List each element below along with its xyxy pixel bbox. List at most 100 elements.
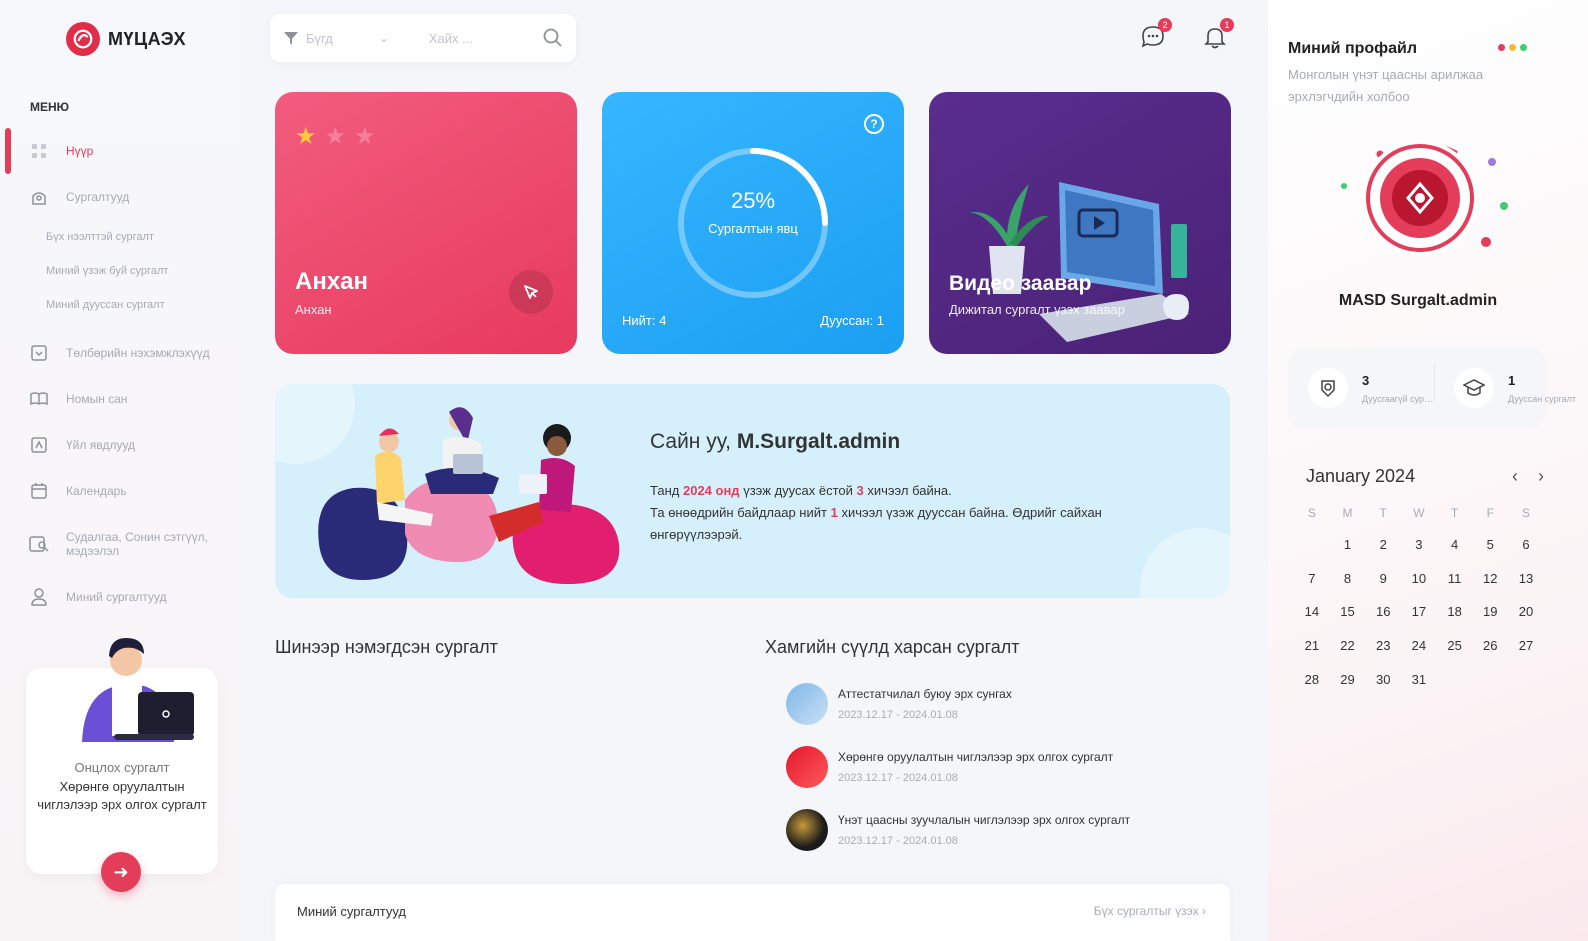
calendar-day[interactable]: 10: [1401, 562, 1437, 596]
chevron-right-icon[interactable]: ›: [1538, 466, 1544, 487]
nav-label: Нүүр: [66, 144, 94, 158]
calendar-day[interactable]: 3: [1401, 528, 1437, 562]
nav-label: Судалгаа, Сонин сэтгүүл, мэдээлэл: [66, 530, 208, 558]
messages-button[interactable]: 2: [1136, 18, 1172, 54]
calendar-day[interactable]: 20: [1508, 595, 1544, 629]
nav-item-my-courses[interactable]: Миний сургалтууд: [0, 574, 240, 620]
calendar-day[interactable]: 1: [1330, 528, 1366, 562]
nav-sub-finished[interactable]: Миний дууссан сургалт: [0, 288, 240, 322]
laptop-plant-illustration: [969, 182, 1189, 342]
level-subtitle: Анхан: [295, 302, 332, 317]
calendar-day[interactable]: 4: [1437, 528, 1473, 562]
view-all-label: Бүх сургалтыг үзэх: [1093, 904, 1199, 918]
progress-label-text: Сургалтын явц: [708, 221, 798, 236]
video-title: Видео заавар: [949, 272, 1092, 295]
calendar-day[interactable]: 30: [1365, 662, 1401, 696]
nav-sub-watching[interactable]: Миний үзэж буй сургалт: [0, 254, 240, 288]
level-open-button[interactable]: [509, 270, 553, 314]
calendar-month-title: January 2024: [1306, 465, 1416, 486]
recent-course-item[interactable]: Аттестатчилал буюу эрх сунгах 2023.12.17…: [786, 682, 1206, 726]
grid-icon: [28, 140, 50, 162]
notifications-button[interactable]: 1: [1198, 18, 1234, 54]
calendar-weekday: M: [1342, 506, 1353, 520]
calendar-widget: January 2024 ‹ › S M T W T F S 1 2 3 4 5 6 7 8 9 10 11 12 1…: [1288, 462, 1544, 696]
main-nav: Нүүр Сургалтууд Бүх нээлттэй сургалт Мин…: [0, 128, 240, 620]
search-input[interactable]: Хайх ...: [429, 31, 473, 46]
nav-item-library[interactable]: Номын сан: [0, 376, 240, 422]
calendar-day[interactable]: 18: [1437, 595, 1473, 629]
research-icon: [28, 533, 50, 555]
calendar-day[interactable]: 31: [1401, 662, 1437, 696]
profile-description: Монголын үнэт цаасны арилжаа эрхлэгчдийн…: [1288, 67, 1484, 104]
calendar-day[interactable]: 6: [1508, 528, 1544, 562]
calendar-day[interactable]: 13: [1508, 562, 1544, 596]
calendar-day[interactable]: 27: [1508, 629, 1544, 663]
view-all-courses-link[interactable]: Бүх сургалтыг үзэх ›: [1094, 904, 1206, 918]
events-icon: [28, 434, 50, 456]
sidebar: МҮЦАЭХ МЕНЮ Нүүр Сургалтууд Бүх нээлттэй…: [0, 0, 240, 941]
brand-logo[interactable]: МҮЦАЭХ: [66, 22, 186, 56]
calendar-day[interactable]: 29: [1330, 662, 1366, 696]
calendar-day[interactable]: 16: [1365, 595, 1401, 629]
calendar-day[interactable]: 25: [1437, 629, 1473, 663]
calendar-day[interactable]: 24: [1401, 629, 1437, 663]
my-courses-title: Миний сургалтууд: [297, 904, 407, 919]
calendar-day[interactable]: 15: [1330, 595, 1366, 629]
nav-item-calendar[interactable]: Календарь: [0, 468, 240, 514]
calendar-day[interactable]: 19: [1472, 595, 1508, 629]
calendar-day[interactable]: 2: [1365, 528, 1401, 562]
filter-icon[interactable]: [282, 29, 300, 47]
help-icon[interactable]: ?: [864, 114, 884, 134]
progress-label: Сургалтын явц: [602, 218, 904, 240]
stat-label: Дууссан сургалт: [1508, 393, 1577, 404]
promo-title: Хөрөнгө оруулалтын чиглэлээр эрх олгох с…: [37, 779, 207, 812]
recent-course-item[interactable]: Хөрөнгө оруулалтын чиглэлээр эрх олгох с…: [786, 745, 1206, 789]
calendar-day[interactable]: 14: [1294, 595, 1330, 629]
nav-item-events[interactable]: Үйл явдлууд: [0, 422, 240, 468]
calendar-day[interactable]: 8: [1330, 562, 1366, 596]
msg-text: хичээл байна.: [867, 483, 952, 498]
stat-unfinished[interactable]: 3 Дуусгаагүй сургалт: [1288, 368, 1434, 408]
video-guide-card[interactable]: Видео заавар Дижитал сургалт үзэх заавар: [929, 92, 1231, 354]
calendar-day[interactable]: 17: [1401, 595, 1437, 629]
nav-item-research[interactable]: Судалгаа, Сонин сэтгүүл, мэдээлэл: [0, 514, 240, 574]
person-laptop-illustration: [82, 638, 194, 742]
chevron-left-icon[interactable]: ‹: [1512, 466, 1518, 487]
promo-open-button[interactable]: ➜: [101, 852, 141, 892]
filter-select[interactable]: Бүгд: [306, 31, 333, 46]
calendar-day[interactable]: 12: [1472, 562, 1508, 596]
nav-label: Сургалтууд: [66, 190, 130, 204]
calendar-day[interactable]: 28: [1294, 662, 1330, 696]
progress-card[interactable]: ? 25% Сургалтын явц Нийт: 4 Дууссан: 1: [602, 92, 904, 354]
recent-course-title: Аттестатчилал буюу эрх сунгах: [838, 687, 1012, 701]
recent-course-date: 2023.12.17 - 2024.01.08: [838, 835, 958, 847]
nav-sub-all-open[interactable]: Бүх нээлттэй сургалт: [0, 220, 240, 254]
nav-item-courses[interactable]: Сургалтууд: [0, 174, 240, 220]
more-dots-icon[interactable]: [1498, 44, 1527, 51]
level-card[interactable]: ★ ★ ★ Анхан Анхан: [275, 92, 577, 354]
calendar-day[interactable]: 7: [1294, 562, 1330, 596]
calendar-day[interactable]: 11: [1437, 562, 1473, 596]
level-title: Анхан: [295, 268, 369, 295]
progress-total: Нийт: 4: [622, 313, 667, 328]
calendar-day[interactable]: 5: [1472, 528, 1508, 562]
calendar-day[interactable]: 21: [1294, 629, 1330, 663]
calendar-day[interactable]: 26: [1472, 629, 1508, 663]
stat-finished[interactable]: 1 Дууссан сургалт: [1434, 362, 1577, 408]
recent-course-item[interactable]: Үнэт цаасны зуучлалын чиглэлээр эрх олго…: [786, 808, 1206, 852]
msg-text: Та өнөөдрийн байдлаар нийт: [650, 505, 827, 520]
nav-item-invoices[interactable]: Төлбөрийн нэхэмжлэхүүд: [0, 330, 240, 376]
graduation-cap-icon: [1454, 368, 1494, 408]
calendar-day[interactable]: 9: [1365, 562, 1401, 596]
calendar-day[interactable]: 22: [1330, 629, 1366, 663]
profile-panel: Миний профайл Монголын үнэт цаасны арилж…: [1268, 0, 1588, 941]
calendar-day[interactable]: 23: [1365, 629, 1401, 663]
profile-stats: 3 Дуусгаагүй сургалт 1 Дууссан сургалт: [1288, 348, 1576, 428]
friends-beanbags-illustration: [318, 407, 620, 584]
chevron-down-icon[interactable]: ⌄: [379, 31, 389, 45]
nav-item-home[interactable]: Нүүр: [0, 128, 240, 174]
search-icon[interactable]: [542, 27, 564, 49]
course-thumbnail: [786, 683, 828, 725]
avatar[interactable]: [1328, 126, 1508, 276]
profile-name: MASD Surgalt.admin: [1338, 292, 1498, 309]
